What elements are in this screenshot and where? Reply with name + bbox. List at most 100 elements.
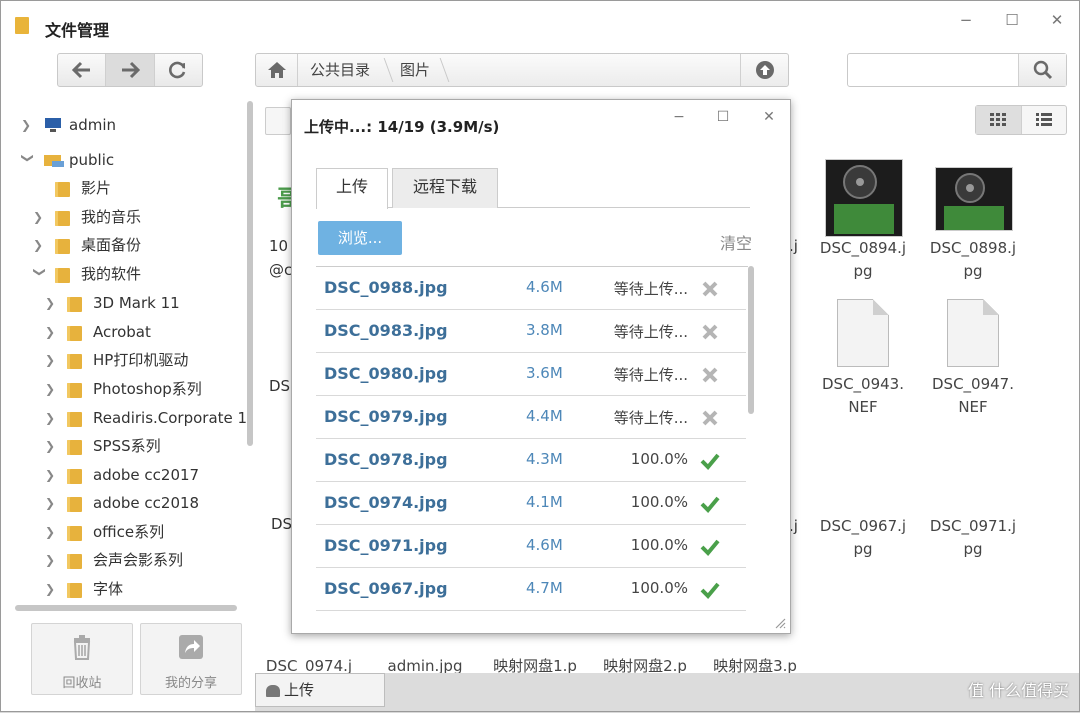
- tree-item-label: adobe cc2018: [93, 494, 200, 512]
- folder-icon: [67, 297, 82, 312]
- upload-row: DSC_0967.jpg 4.7M 100.0%: [316, 568, 746, 611]
- search-input[interactable]: [852, 58, 1012, 82]
- file-item[interactable]: DSC_0898.j pg: [923, 237, 1023, 283]
- chevron-right-icon[interactable]: ❯: [45, 346, 59, 374]
- hard-drive-icon: [936, 168, 1012, 230]
- chevron-down-icon[interactable]: ❯: [26, 267, 54, 281]
- chevron-right-icon[interactable]: ❯: [45, 518, 59, 546]
- search-button[interactable]: [1018, 54, 1066, 86]
- chevron-right-icon[interactable]: ❯: [33, 203, 47, 231]
- tree-item-label: Photoshop系列: [93, 380, 202, 398]
- breadcrumb-item-public[interactable]: 公共目录: [310, 54, 370, 86]
- toolbar: 公共目录 图片: [1, 47, 1079, 95]
- file-item[interactable]: DSC_0967.j pg: [813, 515, 913, 561]
- file-item[interactable]: DSC_0947. NEF: [923, 373, 1023, 419]
- maximize-button[interactable]: ☐: [999, 9, 1025, 31]
- chevron-right-icon[interactable]: ❯: [45, 318, 59, 346]
- arrow-left-icon: [71, 61, 90, 79]
- folder-icon: [55, 211, 70, 226]
- recycle-bin-button[interactable]: 回收站: [31, 623, 133, 695]
- minimize-button[interactable]: −: [953, 9, 979, 31]
- tree-item-label: Readiris.Corporate 1: [93, 409, 248, 427]
- home-button[interactable]: [256, 54, 298, 86]
- folder-icon: [67, 412, 82, 427]
- upload-panel-label: 上传: [284, 681, 315, 699]
- file-name: pg: [853, 540, 873, 558]
- new-folder-button[interactable]: [265, 107, 291, 135]
- file-name: pg: [963, 540, 983, 558]
- upload-dialog-title: 上传中...: 14/19 (3.9M/s): [304, 118, 500, 136]
- list-view-button[interactable]: [1022, 106, 1067, 134]
- back-button[interactable]: [58, 54, 107, 86]
- dialog-maximize-button[interactable]: ☐: [710, 106, 736, 128]
- file-name: DSC_0943.: [822, 375, 904, 393]
- go-up-button[interactable]: [740, 54, 788, 86]
- upload-file-size: 4.6M: [526, 278, 563, 296]
- refresh-button[interactable]: [155, 54, 202, 86]
- upload-panel-button[interactable]: 上传: [255, 673, 385, 707]
- document-icon[interactable]: [947, 299, 999, 367]
- tree-item-label: 会声会影系列: [93, 551, 184, 569]
- chevron-right-icon[interactable]: ❯: [45, 289, 59, 317]
- chevron-right-icon[interactable]: ❯: [45, 375, 59, 403]
- upload-file-size: 3.8M: [526, 321, 563, 339]
- grid-view-button[interactable]: [976, 106, 1022, 134]
- upload-file-name: DSC_0980.jpg: [324, 364, 448, 383]
- resize-handle-icon[interactable]: [774, 617, 786, 629]
- upload-status: 100.0%: [630, 579, 688, 597]
- dialog-close-button[interactable]: ✕: [756, 106, 782, 128]
- forward-button[interactable]: [106, 54, 155, 86]
- arrow-up-circle-icon: [755, 61, 774, 79]
- sidebar-horizontal-scrollbar[interactable]: [15, 605, 237, 611]
- image-thumbnail[interactable]: [935, 167, 1013, 231]
- remove-icon[interactable]: [700, 322, 720, 342]
- folder-icon: [67, 497, 82, 512]
- dialog-minimize-button[interactable]: −: [666, 106, 692, 128]
- tab-remote-download[interactable]: 远程下载: [392, 168, 498, 208]
- arrow-right-icon: [121, 61, 140, 79]
- checkmark-icon: [700, 496, 720, 513]
- grid-icon: [990, 113, 1007, 126]
- sidebar-scrollbar[interactable]: [247, 101, 253, 446]
- folder-icon: [67, 326, 82, 341]
- upload-list-scrollbar[interactable]: [748, 266, 754, 414]
- upload-file-name: DSC_0983.jpg: [324, 321, 448, 340]
- title-bar: 文件管理 − ☐ ✕: [1, 1, 1079, 47]
- chevron-right-icon[interactable]: ❯: [21, 111, 35, 139]
- browse-button[interactable]: 浏览...: [318, 221, 402, 255]
- file-name: pg: [853, 262, 873, 280]
- folder-icon: [67, 383, 82, 398]
- remove-icon[interactable]: [700, 408, 720, 428]
- document-icon[interactable]: [837, 299, 889, 367]
- tab-upload[interactable]: 上传: [316, 168, 388, 209]
- upload-row: DSC_0980.jpg 3.6M 等待上传...: [316, 353, 746, 396]
- remove-icon[interactable]: [700, 365, 720, 385]
- clear-button[interactable]: 清空: [720, 230, 752, 254]
- image-thumbnail[interactable]: [825, 159, 903, 237]
- chevron-right-icon[interactable]: ❯: [45, 489, 59, 517]
- file-item[interactable]: DSC_0894.j pg: [813, 237, 913, 283]
- file-name: NEF: [958, 398, 988, 416]
- upload-status: 100.0%: [630, 536, 688, 554]
- my-share-button[interactable]: 我的分享: [140, 623, 242, 695]
- file-name: DSC_0898.j: [929, 239, 1017, 257]
- chevron-right-icon[interactable]: ❯: [45, 546, 59, 574]
- file-item[interactable]: DSC_0943. NEF: [813, 373, 913, 419]
- chevron-right-icon[interactable]: ❯: [45, 461, 59, 489]
- file-item[interactable]: DSC_0971.j pg: [923, 515, 1023, 561]
- close-button[interactable]: ✕: [1044, 9, 1070, 31]
- chevron-right-icon[interactable]: ❯: [45, 575, 59, 603]
- computer-icon: [45, 118, 61, 132]
- sidebar-actions: 回收站 我的分享: [1, 615, 253, 713]
- chevron-right-icon[interactable]: ❯: [45, 432, 59, 460]
- chevron-right-icon[interactable]: ❯: [33, 231, 47, 259]
- tree-item-label: 桌面备份: [81, 236, 142, 254]
- checkmark-icon: [700, 582, 720, 599]
- chevron-right-icon[interactable]: ❯: [45, 404, 59, 432]
- breadcrumb-item-pictures[interactable]: 图片: [400, 54, 430, 86]
- folder-icon: [15, 17, 29, 34]
- dialog-tabs: 上传 远程下载: [316, 168, 750, 209]
- upload-file-size: 3.6M: [526, 364, 563, 382]
- remove-icon[interactable]: [700, 279, 720, 299]
- chevron-down-icon[interactable]: ❯: [14, 153, 42, 167]
